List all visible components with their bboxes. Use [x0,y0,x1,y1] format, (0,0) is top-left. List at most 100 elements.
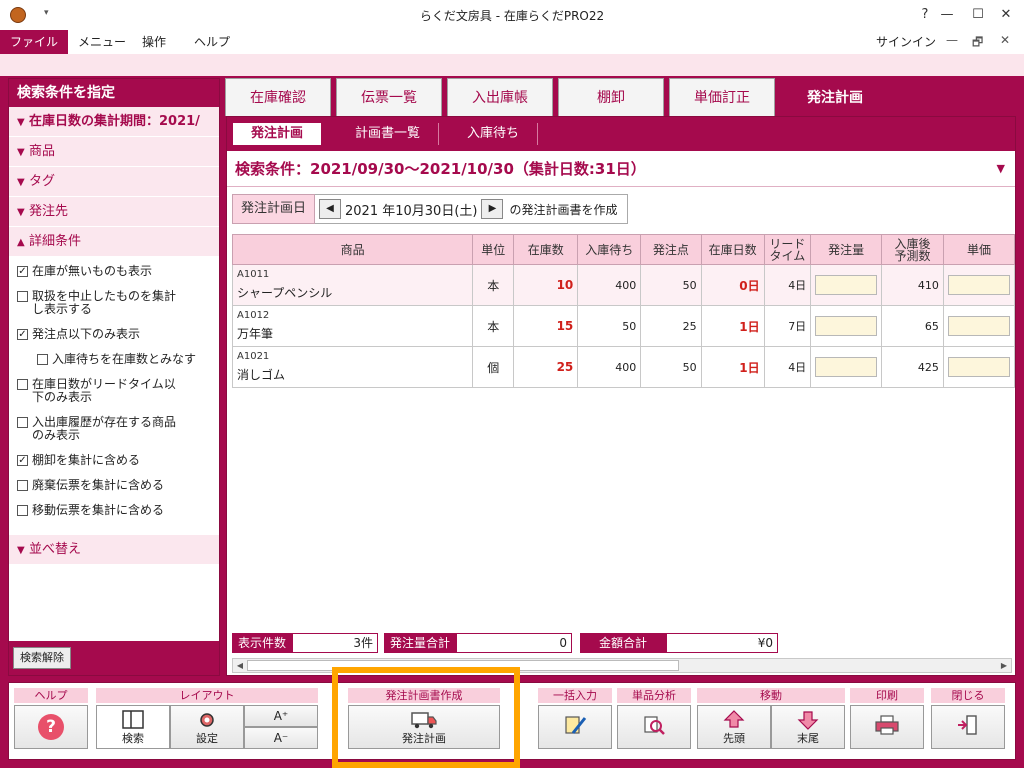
font-decrease-button[interactable]: A⁻ [244,727,318,749]
unit-price-input[interactable] [947,316,1010,336]
window-title: らくだ文房具 - 在庫らくだPRO22 [419,9,605,23]
move-last-button[interactable]: 末尾 [771,705,845,749]
checkbox[interactable] [17,505,28,516]
help-button[interactable]: ? [14,705,88,749]
forecast-cell: 425 [881,346,944,388]
prev-date-button[interactable]: ◀ [319,199,342,219]
plan-date-picker[interactable]: ◀ 2021 年10月30日(土) ▶ の発注計画書を作成 [315,194,629,224]
menu-file[interactable]: ファイル [0,30,69,54]
checkbox[interactable] [17,417,28,428]
col-header-lead-time[interactable]: リード タイム [763,234,812,265]
order-plan-content: 発注計画 計画書一覧 入庫待ち 検索条件：2021/09/30〜2021/10/… [226,116,1016,676]
section-stock-days-period[interactable]: ▼ 在庫日数の集計期間：2021/ [9,107,219,137]
question-icon: ? [38,714,64,740]
product-code: A1012 [237,310,270,321]
col-header-order-point[interactable]: 発注点 [640,234,702,265]
group-label: 閉じる [931,688,1005,703]
col-header-stock[interactable]: 在庫数 [513,234,579,265]
checkbox[interactable]: ✓ [17,266,28,277]
menu-operation[interactable]: 操作 [132,30,176,54]
scroll-left-icon[interactable]: ◀ [233,659,247,672]
col-header-order-qty[interactable]: 発注量 [810,234,883,265]
table-row[interactable]: A1011 シャープペンシル 本 10 400 50 0日 4日 410 [231,264,1016,306]
section-label: 商品 [29,144,56,159]
section-detail-conditions[interactable]: ▲ 詳細条件 [9,227,219,257]
tab-stocktaking[interactable]: 棚卸 [558,78,664,116]
section-tag[interactable]: ▼ タグ [9,167,219,197]
lead-time-cell: 4日 [763,264,812,306]
triangle-down-icon: ▼ [17,545,25,556]
group-item-analysis: 単品分析 [617,688,691,749]
signin-link[interactable]: サインイン [876,33,936,50]
checkbox-below-lead-time[interactable]: 在庫日数がリードタイム以 下のみ表示 [9,372,219,410]
checkbox[interactable] [37,354,48,365]
scroll-right-icon[interactable]: ▶ [997,659,1011,672]
tab-in-out-ledger[interactable]: 入出庫帳 [447,78,553,116]
checkbox-discontinued[interactable]: 取扱を中止したものを集計 し表示する [9,284,219,322]
maximize-button[interactable]: ☐ [968,5,988,25]
section-sort[interactable]: ▼ 並べ替え [9,535,219,565]
move-first-button[interactable]: 先頭 [697,705,771,749]
close-button[interactable] [931,705,1005,749]
checkbox[interactable] [17,379,28,390]
section-supplier[interactable]: ▼ 発注先 [9,197,219,227]
tab-slip-list[interactable]: 伝票一覧 [336,78,442,116]
col-header-unit[interactable]: 単位 [472,234,515,265]
ribbon-minimize-button[interactable]: — [946,33,958,47]
checkbox-include-inventory[interactable]: ✓ 棚卸を集計に含める [9,448,219,473]
subtab-order-plan[interactable]: 発注計画 [233,123,322,145]
checkbox-label: 廃棄伝票を集計に含める [32,478,165,492]
table-row[interactable]: A1012 万年筆 本 15 50 25 1日 7日 65 [231,305,1016,347]
clear-search-button[interactable]: 検索解除 [13,647,71,669]
checkbox[interactable] [17,291,28,302]
section-product[interactable]: ▼ 商品 [9,137,219,167]
ribbon-close-button[interactable]: ✕ [1000,33,1010,47]
checkbox-show-no-stock[interactable]: ✓ 在庫が無いものも表示 [9,259,219,284]
checkbox-below-order-point[interactable]: ✓ 発注点以下のみ表示 [9,322,219,347]
group-label: 一括入力 [538,688,612,703]
checkbox-include-transfer[interactable]: 移動伝票を集計に含める [9,498,219,523]
search-condition-bar[interactable]: 検索条件：2021/09/30〜2021/10/30（集計日数:31日） ▼ [227,151,1015,187]
product-name: シャープペンシル [237,286,333,300]
subtab-waiting[interactable]: 入庫待ち [449,123,539,145]
ribbon-restore-button[interactable]: 🗗 [972,33,983,54]
menu-help[interactable]: ヘルプ [184,30,240,54]
bulk-input-button[interactable] [538,705,612,749]
next-date-button[interactable]: ▶ [481,199,504,219]
order-qty-input[interactable] [815,275,878,295]
checkbox-history-exists[interactable]: 入出庫履歴が存在する商品 のみ表示 [9,410,219,448]
checkbox-include-disposal[interactable]: 廃棄伝票を集計に含める [9,473,219,498]
close-window-button[interactable]: ✕ [996,5,1016,25]
col-header-product[interactable]: 商品 [231,234,474,265]
stock-cell: 15 [513,305,579,347]
item-analysis-button[interactable] [617,705,691,749]
print-button[interactable] [850,705,924,749]
checkbox[interactable]: ✓ [17,455,28,466]
tab-stock-check[interactable]: 在庫確認 [225,78,331,116]
tab-order-plan[interactable]: 発注計画 [782,78,888,116]
checkbox-waiting-as-stock[interactable]: 入庫待ちを在庫数とみなす [9,347,219,372]
tab-price-correction[interactable]: 単価訂正 [669,78,775,116]
order-qty-input[interactable] [815,357,878,377]
col-header-stock-days[interactable]: 在庫日数 [700,234,765,265]
col-header-waiting[interactable]: 入庫待ち [577,234,642,265]
order-qty-input[interactable] [815,316,878,336]
checkbox[interactable] [17,480,28,491]
minimize-button[interactable]: — [937,5,957,25]
layout-settings-button[interactable]: 設定 [170,705,244,749]
col-header-forecast[interactable]: 入庫後 予測数 [881,234,944,265]
subtab-plan-list[interactable]: 計画書一覧 [337,123,440,145]
layout-search-button[interactable]: 検索 [96,705,170,749]
table-row[interactable]: A1021 消しゴム 個 25 400 50 1日 4日 425 [231,346,1016,388]
menu-menu[interactable]: メニュー [68,30,136,54]
help-window-button[interactable]: ? [915,5,935,25]
expand-arrow-icon[interactable]: ▼ [997,151,1005,187]
checkbox[interactable]: ✓ [17,329,28,340]
unit-price-input[interactable] [947,275,1010,295]
font-increase-button[interactable]: A⁺ [244,705,318,727]
unit-price-input[interactable] [947,357,1010,377]
title-bar: ▾ らくだ文房具 - 在庫らくだPRO22 ? — ☐ ✕ [0,0,1024,30]
checkbox-label: 在庫が無いものも表示 [32,264,153,278]
plan-date-value[interactable]: 2021 年10月30日(土) [341,200,481,219]
col-header-unit-price[interactable]: 単価 [942,234,1016,265]
